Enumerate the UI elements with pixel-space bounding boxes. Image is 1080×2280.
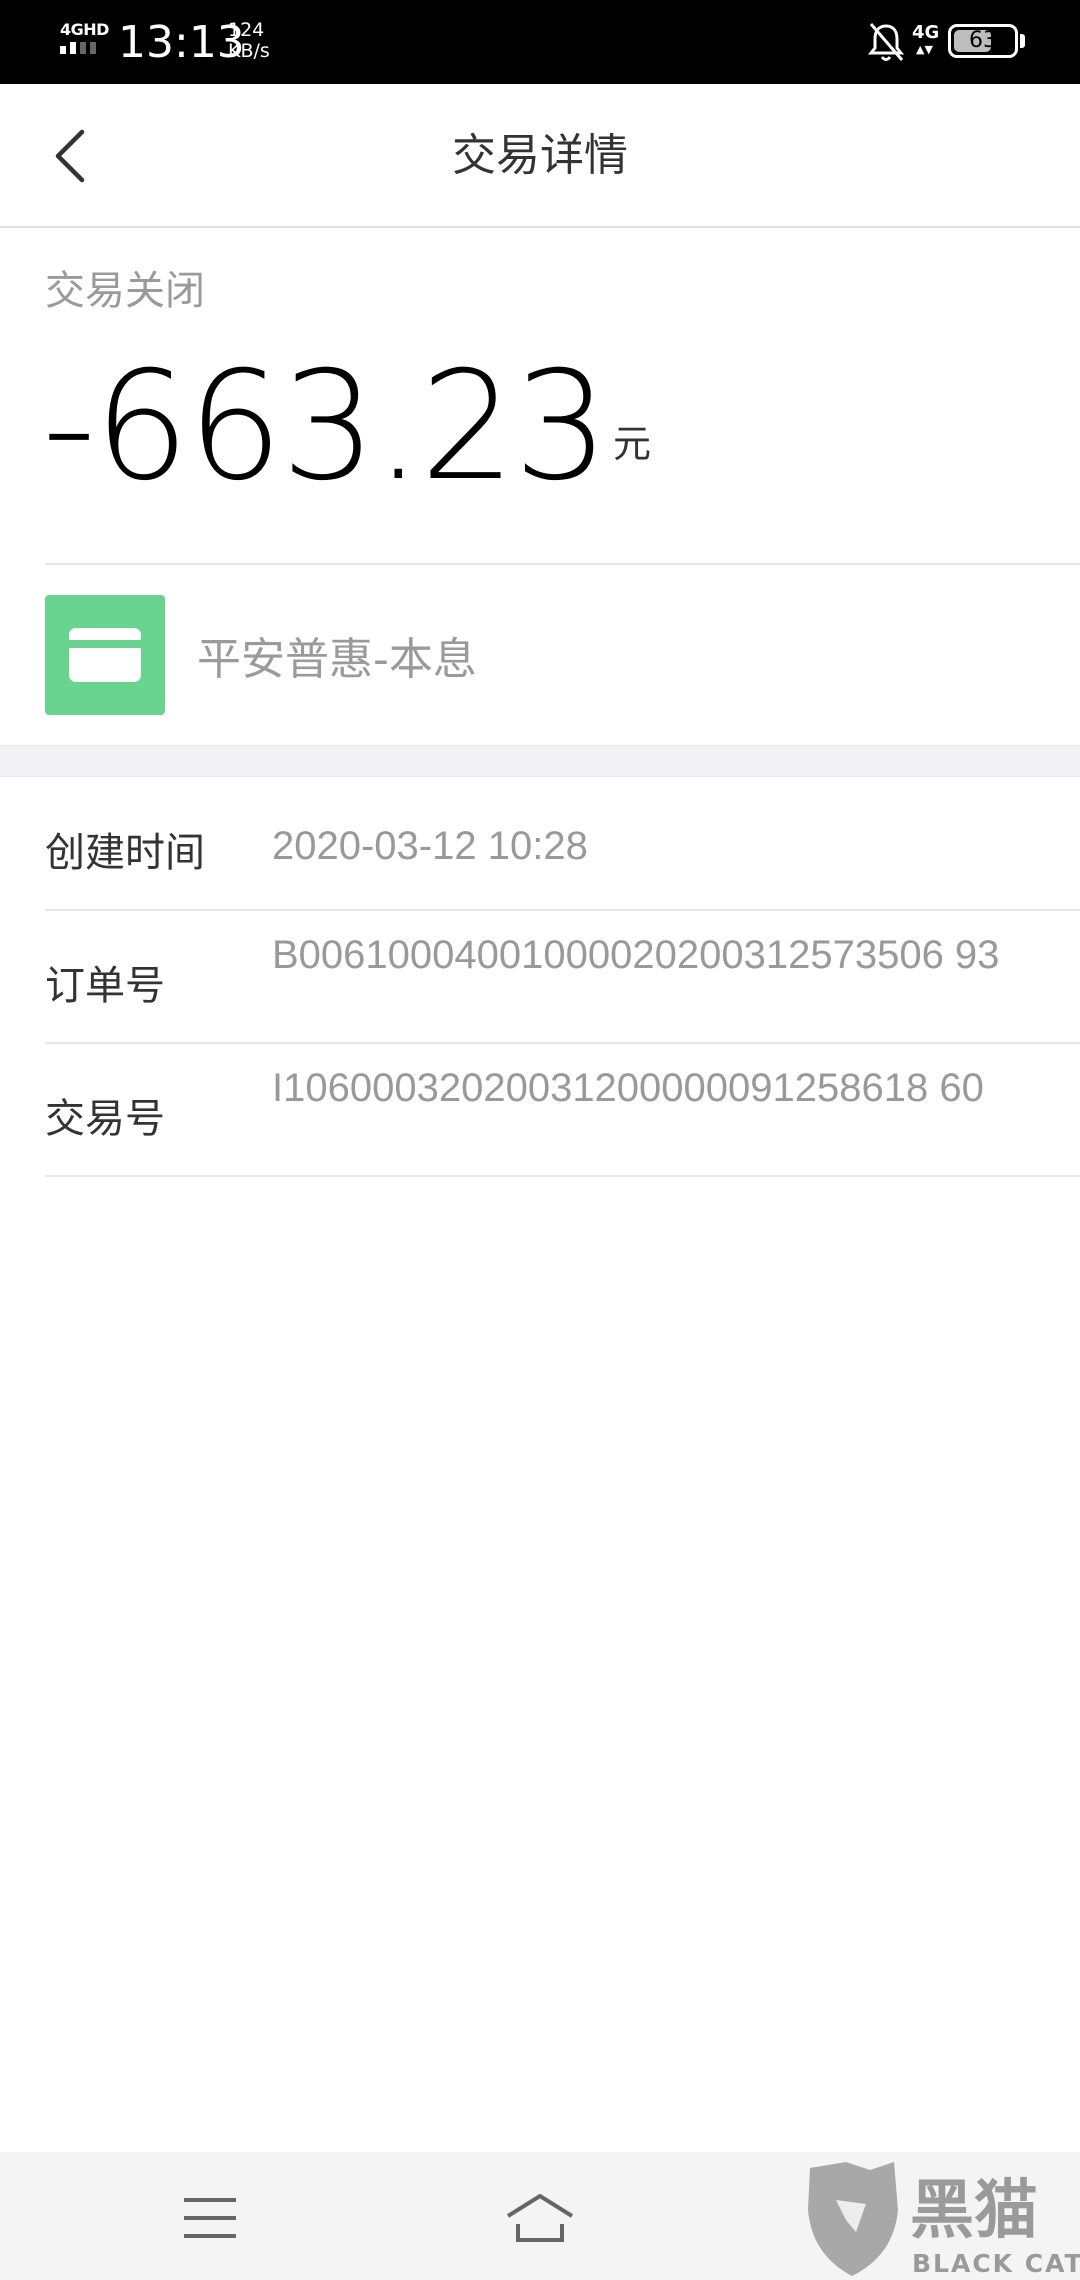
battery-icon: 63	[948, 24, 1018, 58]
signal-icon	[60, 42, 96, 54]
detail-value: I10600032020031200000091258618 60	[272, 1066, 984, 1110]
transaction-status: 交易关闭	[45, 268, 205, 314]
divider	[45, 563, 1080, 565]
black-cat-watermark-logo: 黑猫 BLACK CAT	[808, 2162, 1080, 2278]
data-activity-icon: ▲▼	[916, 43, 933, 56]
section-separator	[0, 745, 1080, 777]
home-icon[interactable]	[504, 2192, 576, 2244]
network-speed: 124 KB/s	[228, 20, 270, 62]
clock: 13:13	[118, 17, 245, 68]
bank-card-icon	[45, 595, 165, 715]
detail-label: 订单号	[45, 963, 165, 1009]
network-speed-unit: KB/s	[228, 40, 270, 62]
bell-off-icon	[867, 23, 905, 61]
svg-text:BLACK CAT: BLACK CAT	[912, 2249, 1080, 2278]
status-bar: 4GHD 13:13 124 KB/s 4G ▲▼ 63	[0, 0, 1080, 84]
page-title: 交易详情	[452, 130, 628, 181]
back-button[interactable]	[40, 120, 100, 192]
menu-icon[interactable]	[182, 2196, 238, 2240]
detail-row-transaction-number: 交易号 I10600032020031200000091258618 60	[45, 1044, 1080, 1177]
svg-text:黑猫: 黑猫	[910, 2174, 1038, 2248]
currency-unit: 元	[612, 422, 651, 466]
battery-tip	[1020, 34, 1025, 48]
detail-value: 2020-03-12 10:28	[272, 824, 588, 868]
detail-row-order-number: 订单号 B00610004001000020200312573506 93	[45, 911, 1080, 1044]
detail-value: B00610004001000020200312573506 93	[272, 933, 1000, 977]
detail-label: 交易号	[45, 1096, 165, 1142]
payment-source[interactable]: 平安普惠-本息	[45, 595, 477, 715]
detail-label: 创建时间	[45, 830, 205, 876]
detail-row-created-time: 创建时间 2020-03-12 10:28	[45, 778, 1080, 911]
network-type: 4GHD	[60, 20, 109, 39]
payment-source-label: 平安普惠-本息	[197, 634, 477, 685]
card-glyph	[69, 628, 141, 682]
transaction-amount: -663.23	[42, 340, 609, 514]
mobile-data-label: 4G	[912, 22, 940, 43]
network-speed-value: 124	[228, 19, 265, 41]
app-header: 交易详情	[0, 84, 1080, 228]
amount-row: -663.23 元	[42, 352, 651, 502]
battery-level: 63	[969, 28, 997, 53]
chevron-left-icon	[55, 129, 85, 183]
